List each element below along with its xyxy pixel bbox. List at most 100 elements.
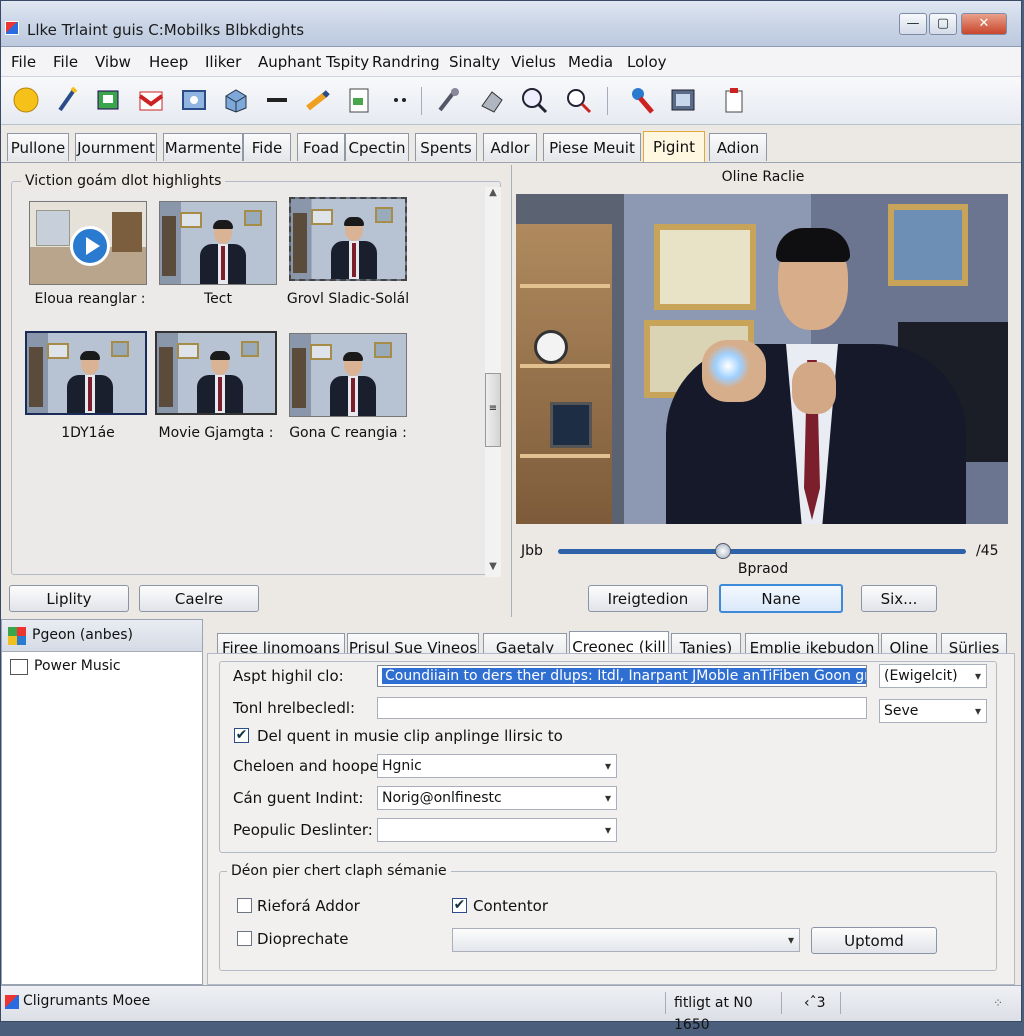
tab-pullone[interactable]: Pullone xyxy=(7,133,69,161)
row2-input[interactable] xyxy=(377,697,867,719)
chart-options-title: Déon pier chert claph sémanie xyxy=(227,863,451,879)
document-icon xyxy=(10,659,28,675)
green-page-icon[interactable] xyxy=(94,85,124,115)
toolbar-separator-2 xyxy=(607,87,608,115)
caelre-button[interactable]: Caelre xyxy=(139,585,259,612)
chart-combo[interactable] xyxy=(452,928,800,952)
check-a-box[interactable] xyxy=(237,898,252,913)
uptomd-button[interactable]: Uptomd xyxy=(811,927,937,954)
preview-pane: Oline Raclie Jbb /45 Bpraod Ireigtedion … xyxy=(513,167,1013,619)
row1-label: Aspt highil clo: xyxy=(233,667,344,685)
red-brush-icon[interactable] xyxy=(627,85,657,115)
tab-pigint[interactable]: Pigint xyxy=(643,131,705,162)
tab-spents[interactable]: Spents xyxy=(415,133,477,161)
thumbnail-2[interactable] xyxy=(159,201,277,285)
status-icon xyxy=(5,995,19,1009)
row2-combo[interactable]: Seve xyxy=(879,699,987,723)
clipboard-icon[interactable] xyxy=(719,85,749,115)
menu-view[interactable]: Vibw xyxy=(95,53,131,71)
thumbnail-1[interactable] xyxy=(29,201,147,285)
row1-combo[interactable]: (Ewigelcit) xyxy=(879,664,987,688)
ireigtedion-button[interactable]: Ireigtedion xyxy=(588,585,708,612)
tab-piese-meuit[interactable]: Piese Meuit xyxy=(543,133,641,161)
close-button[interactable]: ✕ xyxy=(961,13,1007,35)
sidebar-header-label: Pgeon (anbes) xyxy=(32,627,134,643)
menu-help[interactable]: Heep xyxy=(149,53,188,71)
menu-filter[interactable]: Iliker xyxy=(205,53,241,71)
check-a-label: Rieforá Addor xyxy=(257,897,360,915)
menu-auphant[interactable]: Auphant Tspity xyxy=(258,53,369,71)
film-icon[interactable] xyxy=(668,85,698,115)
six-button[interactable]: Six... xyxy=(861,585,937,612)
pipette-icon[interactable] xyxy=(433,85,463,115)
status-left-text: Cligrumants Moee xyxy=(23,993,151,1009)
thumbnail-3[interactable] xyxy=(289,197,407,281)
thumbnail-4[interactable] xyxy=(25,331,147,415)
check-c-label: Dioprechate xyxy=(257,930,349,948)
menu-loloy[interactable]: Loloy xyxy=(627,53,667,71)
scrollbar-thumb[interactable]: ≡ xyxy=(485,373,501,447)
sidebar-item-label: Power Music xyxy=(34,658,121,674)
menu-file[interactable]: File xyxy=(11,53,36,71)
ellipsis-icon[interactable] xyxy=(385,85,415,115)
seek-slider[interactable] xyxy=(558,543,966,559)
search-icon[interactable] xyxy=(563,85,593,115)
pen-icon[interactable] xyxy=(303,85,333,115)
check-c-box[interactable] xyxy=(237,931,252,946)
video-preview[interactable] xyxy=(516,194,1008,524)
menu-file-2[interactable]: File xyxy=(53,53,78,71)
status-bar: Cligrumants Moee fitligt at N0 1650 ‹ˆ3 … xyxy=(1,985,1021,1033)
nane-button[interactable]: Nane xyxy=(719,584,843,613)
menu-media[interactable]: Media xyxy=(568,53,613,71)
wand-icon[interactable] xyxy=(53,85,83,115)
menu-rendering[interactable]: Randring xyxy=(372,53,440,71)
maximize-button[interactable]: ▢ xyxy=(929,13,957,35)
row5-combo[interactable] xyxy=(377,818,617,842)
tab-marmente[interactable]: Marmente xyxy=(163,133,243,161)
thumbnail-6[interactable] xyxy=(289,333,407,417)
check-b-box[interactable]: ✔ xyxy=(452,898,467,913)
row4-combo[interactable]: Norig@onlfinestc xyxy=(377,786,617,810)
pane-divider[interactable] xyxy=(511,165,512,617)
chart-options-groupbox xyxy=(219,871,997,971)
tab-adlor[interactable]: Adlor xyxy=(483,133,537,161)
sidebar-header[interactable]: Pgeon (anbes) xyxy=(2,620,202,652)
row2-label: Tonl hrelbecledl: xyxy=(233,699,356,717)
gift-icon[interactable] xyxy=(136,85,166,115)
tab-cpectin[interactable]: Cpectin xyxy=(345,133,409,161)
seek-slider-handle[interactable] xyxy=(715,543,731,559)
resize-grip-icon[interactable]: ⁘ xyxy=(993,996,1003,1010)
colorful-icon xyxy=(8,627,26,645)
menu-sinalty[interactable]: Sinalty xyxy=(449,53,500,71)
scroll-up-icon[interactable]: ▲ xyxy=(485,187,501,203)
tab-adion[interactable]: Adion xyxy=(709,133,767,161)
status-middle-text: fitligt at N0 1650 xyxy=(665,992,775,1033)
row4-label: Cán guent Indint: xyxy=(233,789,364,807)
app-icon[interactable] xyxy=(5,21,19,35)
smiley-icon[interactable] xyxy=(11,85,41,115)
sidebar: Pgeon (anbes) Power Music xyxy=(1,619,203,985)
sidebar-item-power-music[interactable]: Power Music xyxy=(2,656,202,678)
thumbnail-5[interactable] xyxy=(155,331,277,415)
photo-icon[interactable] xyxy=(179,85,209,115)
liplity-button[interactable]: Liplity xyxy=(9,585,129,612)
row3-label: Cheloen and hoopes: xyxy=(233,757,392,775)
scroll-down-icon[interactable]: ▼ xyxy=(485,561,501,577)
tab-journment[interactable]: Journment xyxy=(75,133,157,161)
menu-vielus[interactable]: Vielus xyxy=(511,53,556,71)
document-icon[interactable] xyxy=(344,85,374,115)
eraser-icon[interactable] xyxy=(477,85,507,115)
check1-box[interactable]: ✔ xyxy=(234,728,249,743)
tab-foad[interactable]: Foad xyxy=(297,133,345,161)
toolbar xyxy=(1,77,1021,125)
gallery-scrollbar[interactable]: ▲ ≡ ▼ xyxy=(485,187,501,577)
row3-combo[interactable]: Hgnic xyxy=(377,754,617,778)
minimize-button[interactable]: — xyxy=(899,13,927,35)
cube-icon[interactable] xyxy=(221,85,251,115)
zoom-icon[interactable] xyxy=(519,85,549,115)
row5-label: Peopulic Deslinter: xyxy=(233,821,373,839)
dash-icon[interactable] xyxy=(262,85,292,115)
tab-fide[interactable]: Fide xyxy=(243,133,291,161)
row1-input[interactable]: Coundiiain to ders ther dlups: Itdl, Ina… xyxy=(377,665,867,687)
title-bar[interactable]: Llke Trlaint guis C:Mobilks Blbkdights —… xyxy=(1,1,1021,47)
